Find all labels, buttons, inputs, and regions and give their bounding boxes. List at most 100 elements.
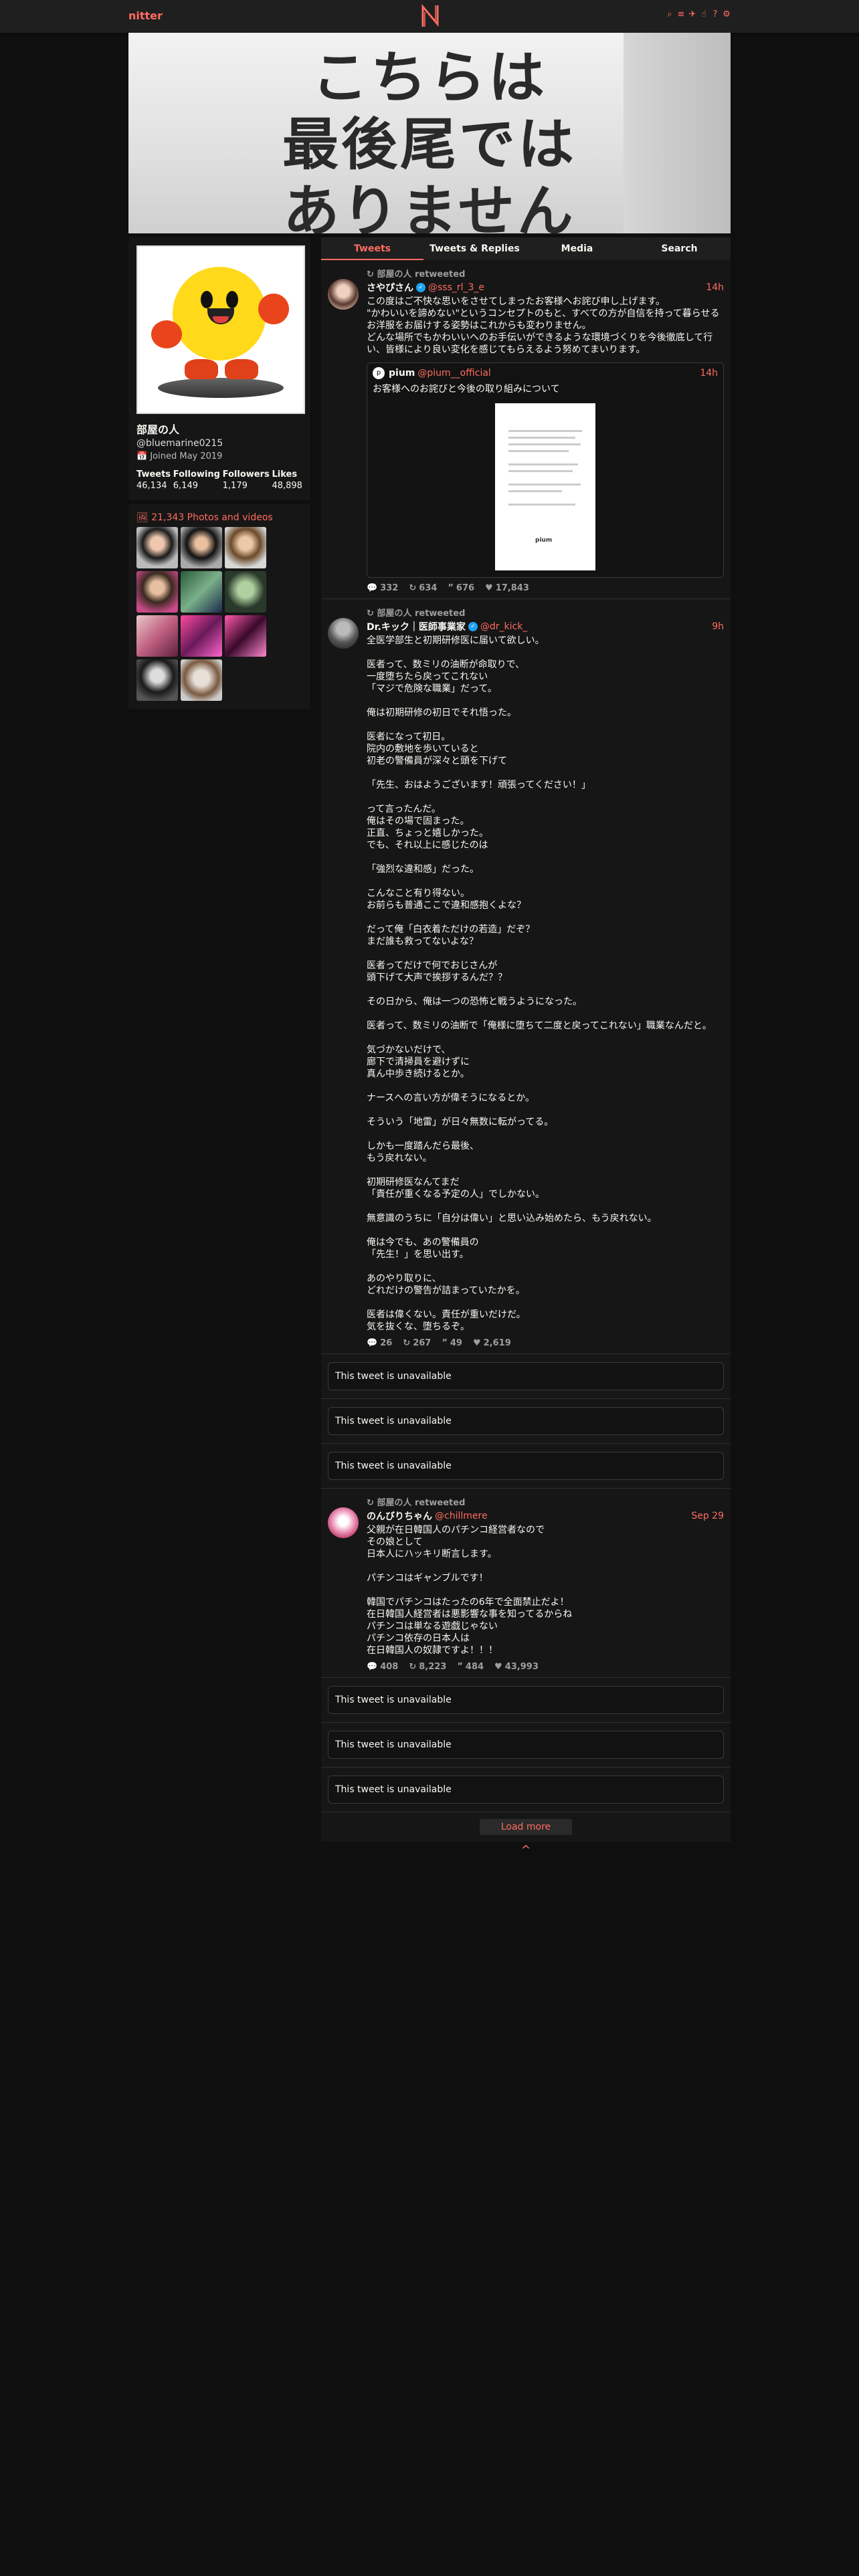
tweet-username[interactable]: @sss_rl_3_e xyxy=(428,282,484,293)
banner-text-line-3: ありません xyxy=(283,179,576,233)
rss-icon[interactable]: ≡ xyxy=(677,9,685,19)
tweet-fullname[interactable]: のんびりちゃん xyxy=(367,1509,432,1523)
unavailable-tweet[interactable]: This tweet is unavailable xyxy=(328,1731,724,1759)
timeline: ↻ 部屋の人 retweeted さやぴさん ✓ @sss_rl_3_e 14h… xyxy=(321,260,731,1842)
tweet-body: ↻ 部屋の人 retweeted のんびりちゃん @chillmere Sep … xyxy=(367,1495,724,1672)
quote-date[interactable]: 14h xyxy=(700,368,718,379)
avatar-stand xyxy=(158,378,284,398)
timeline-item[interactable]: ↻ 部屋の人 retweeted のんびりちゃん @chillmere Sep … xyxy=(321,1489,731,1678)
unavailable-item: This tweet is unavailable xyxy=(321,1362,731,1399)
tweet-header: さやぴさん ✓ @sss_rl_3_e 14h xyxy=(367,281,724,294)
tab-search[interactable]: Search xyxy=(628,237,731,260)
tweet-username[interactable]: @chillmere xyxy=(435,1511,488,1521)
main-columns: 部屋の人 @bluemarine0215 📅 Joined May 2019 T… xyxy=(128,237,731,1857)
thumbs-up-icon[interactable]: ☝ xyxy=(700,9,708,19)
quote-header: p pium @pium__official 14h xyxy=(373,367,718,379)
retweet-icon: ↻ xyxy=(367,1498,374,1508)
question-icon[interactable]: ? xyxy=(711,9,719,19)
quote-count: 676 xyxy=(456,583,475,593)
photo-thumb[interactable] xyxy=(136,571,178,613)
unavailable-tweet[interactable]: This tweet is unavailable xyxy=(328,1776,724,1804)
tweet-date[interactable]: 14h xyxy=(706,282,724,293)
retweet-stat[interactable]: ↻ 267 xyxy=(403,1338,431,1348)
photo-thumb[interactable] xyxy=(225,615,266,657)
retweet-stat[interactable]: ↻ 634 xyxy=(409,583,437,593)
stat-followers[interactable]: Followers 1,179 xyxy=(223,469,270,491)
nitter-logo-icon[interactable] xyxy=(420,4,440,28)
search-icon[interactable]: ⌕ xyxy=(666,9,674,19)
quote-image-signature: pium xyxy=(535,537,553,544)
quote-stat[interactable]: ” 49 xyxy=(442,1338,462,1348)
quote-image[interactable]: pium xyxy=(495,403,595,570)
photo-thumb[interactable] xyxy=(225,527,266,568)
unavailable-tweet[interactable]: This tweet is unavailable xyxy=(328,1452,724,1480)
photo-thumb[interactable] xyxy=(181,659,222,701)
quote-stat[interactable]: ” 676 xyxy=(448,583,474,593)
quote-text: お客様へのお詫びと今後の取り組みについて xyxy=(373,384,560,395)
tweet-header: Dr.キック｜医師事業家 ✓ @dr_kick_ 9h xyxy=(367,620,724,633)
profile-banner[interactable]: こちらは 最後尾では ありません xyxy=(128,33,731,233)
tweet-fullname[interactable]: Dr.キック｜医師事業家 xyxy=(367,620,466,633)
photo-thumb[interactable] xyxy=(181,527,222,568)
photo-thumb[interactable] xyxy=(181,615,222,657)
stat-label: Tweets xyxy=(136,469,171,479)
like-stat[interactable]: ♥ 17,843 xyxy=(485,583,529,593)
tweet-username[interactable]: @dr_kick_ xyxy=(480,621,527,632)
quote-image-line xyxy=(508,484,581,486)
reply-stat[interactable]: 💬 332 xyxy=(367,583,398,593)
photo-thumb[interactable] xyxy=(136,527,178,568)
unavailable-tweet[interactable]: This tweet is unavailable xyxy=(328,1686,724,1714)
unavailable-tweet[interactable]: This tweet is unavailable xyxy=(328,1362,724,1390)
tweet-fullname[interactable]: さやぴさん xyxy=(367,281,413,294)
stat-likes[interactable]: Likes 48,898 xyxy=(272,469,302,491)
quote-icon: ” xyxy=(448,583,454,593)
tab-tweets[interactable]: Tweets xyxy=(321,237,423,260)
tweet-avatar[interactable] xyxy=(328,1507,359,1538)
reply-stat[interactable]: 💬 408 xyxy=(367,1662,398,1672)
retweet-icon: ↻ xyxy=(367,270,374,280)
photo-thumb[interactable] xyxy=(136,659,178,701)
quoted-tweet[interactable]: p pium @pium__official 14h お客様へのお詫びと今後の取… xyxy=(367,362,724,578)
like-count: 43,993 xyxy=(504,1662,539,1672)
tweet-avatar[interactable] xyxy=(328,618,359,649)
like-stat[interactable]: ♥ 43,993 xyxy=(494,1662,539,1672)
quote-username[interactable]: @pium__official xyxy=(417,368,490,379)
retweet-header: ↻ 部屋の人 retweeted xyxy=(367,267,724,280)
photo-thumb[interactable] xyxy=(225,571,266,613)
quote-stat[interactable]: ” 484 xyxy=(457,1662,484,1672)
avatar-glove-left xyxy=(151,320,182,348)
tweet-avatar[interactable] xyxy=(328,279,359,310)
retweet-count: 634 xyxy=(419,583,438,593)
quote-fullname[interactable]: pium xyxy=(389,368,415,379)
verified-icon: ✓ xyxy=(416,283,425,292)
photo-rail-title[interactable]: 🖼 21,343 Photos and videos xyxy=(136,512,302,523)
load-more-button[interactable]: Load more xyxy=(479,1819,573,1835)
reply-count: 332 xyxy=(380,583,399,593)
reply-stat[interactable]: 💬 26 xyxy=(367,1338,392,1348)
timeline-item[interactable]: ↻ 部屋の人 retweeted さやぴさん ✓ @sss_rl_3_e 14h… xyxy=(321,260,731,599)
retweet-stat[interactable]: ↻ 8,223 xyxy=(409,1662,446,1672)
back-to-top-icon[interactable]: ^ xyxy=(321,1843,731,1857)
brand-link[interactable]: nitter xyxy=(128,9,163,22)
stat-tweets[interactable]: Tweets 46,134 xyxy=(136,469,171,491)
tweet-content: この度はご不快な思いをさせてしまったお客様へお詫び申し上げます。 "かわいいを諦… xyxy=(367,296,720,355)
twitter-icon[interactable]: ✈ xyxy=(688,9,696,19)
tweet-date[interactable]: 9h xyxy=(712,621,724,632)
timeline-item[interactable]: ↻ 部屋の人 retweeted Dr.キック｜医師事業家 ✓ @dr_kick… xyxy=(321,599,731,1354)
gear-icon[interactable]: ⚙ xyxy=(723,9,731,19)
tab-media[interactable]: Media xyxy=(526,237,628,260)
nav-icons: ⌕ ≡ ✈ ☝ ? ⚙ xyxy=(666,9,731,19)
tweet-stats: 💬 332 ↻ 634 ” 676 ♥ 17,843 xyxy=(367,583,724,593)
profile-avatar[interactable] xyxy=(136,245,305,414)
stat-value: 46,134 xyxy=(136,481,167,491)
profile-fullname[interactable]: 部屋の人 xyxy=(136,421,302,437)
photo-thumb[interactable] xyxy=(136,615,178,657)
profile-username[interactable]: @bluemarine0215 xyxy=(136,438,302,449)
unavailable-tweet[interactable]: This tweet is unavailable xyxy=(328,1407,724,1435)
heart-icon: ♥ xyxy=(472,1338,481,1348)
tab-tweets-replies[interactable]: Tweets & Replies xyxy=(423,237,526,260)
tweet-date[interactable]: Sep 29 xyxy=(691,1511,724,1521)
stat-following[interactable]: Following 6,149 xyxy=(173,469,220,491)
like-stat[interactable]: ♥ 2,619 xyxy=(473,1338,511,1348)
photo-thumb[interactable] xyxy=(181,571,222,613)
